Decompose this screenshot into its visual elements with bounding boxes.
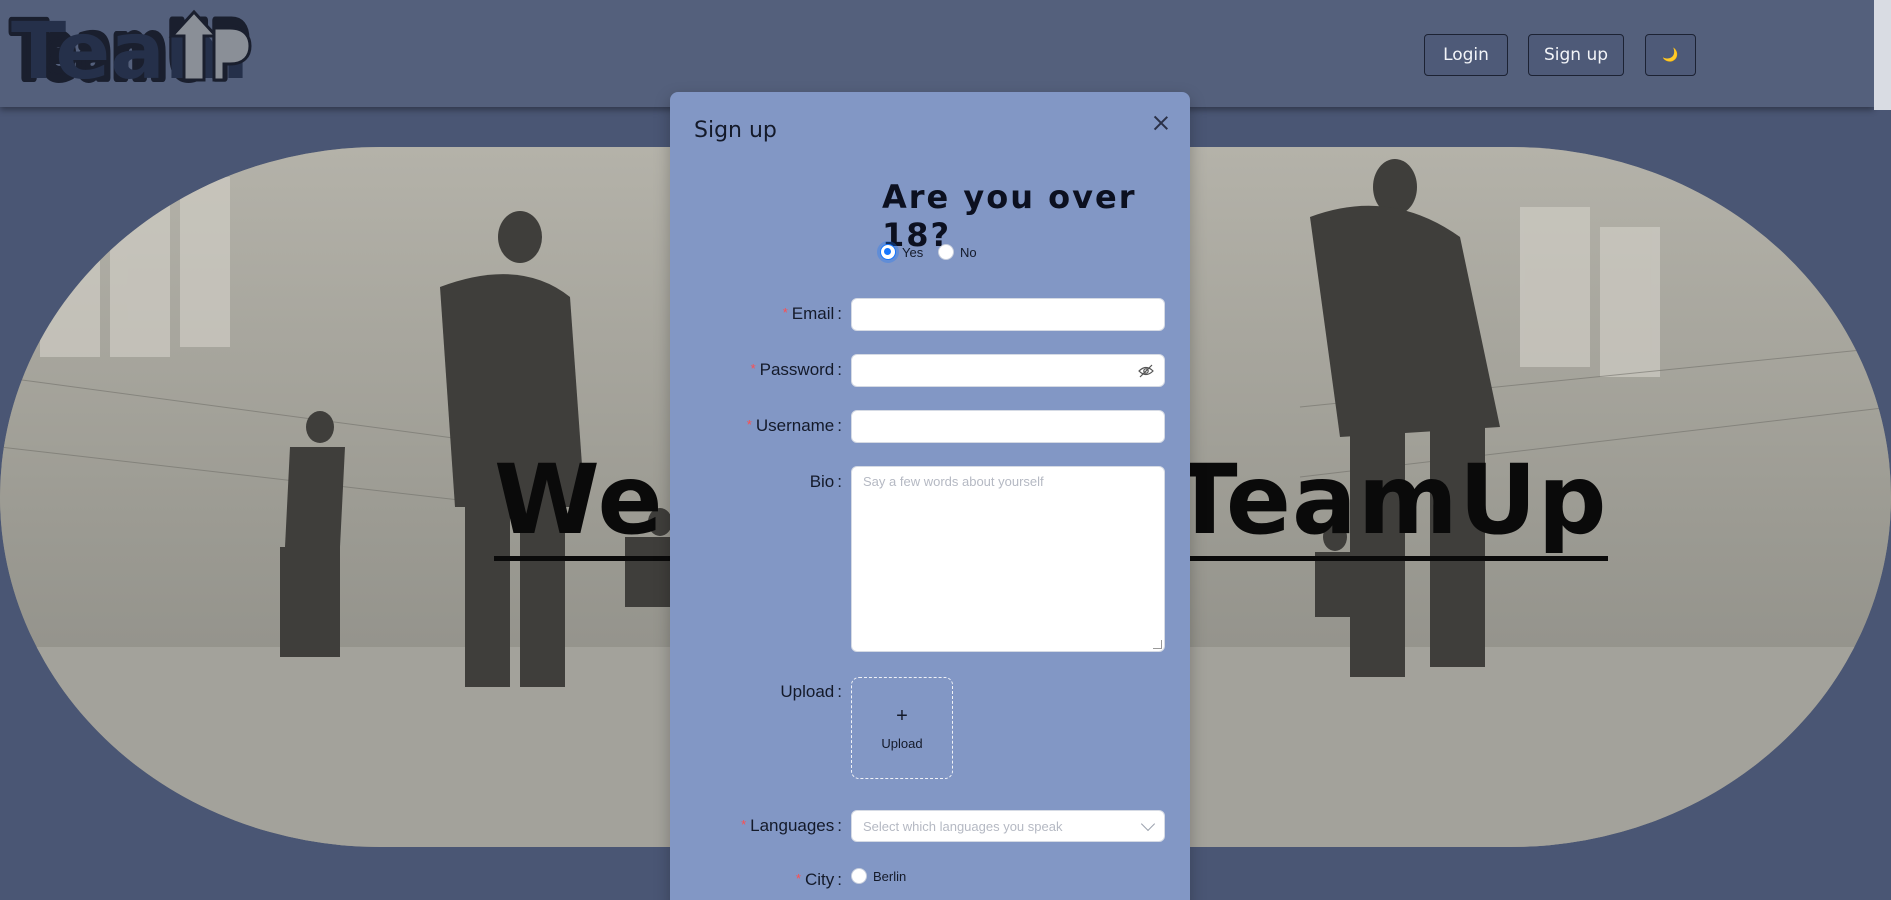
plus-icon: + xyxy=(896,704,908,727)
radio-label: Yes xyxy=(902,244,924,260)
theme-toggle-button[interactable]: 🌙 xyxy=(1645,34,1696,76)
signup-modal: Sign up Are you over 18? Yes No * Email: … xyxy=(670,92,1190,900)
page-scrollbar[interactable] xyxy=(1874,0,1891,110)
city-radio-berlin[interactable]: Berlin xyxy=(851,868,906,884)
age-radio-no[interactable]: No xyxy=(938,244,977,260)
radio-unchecked-icon xyxy=(938,244,954,260)
radio-label: No xyxy=(960,244,977,260)
languages-placeholder: Select which languages you speak xyxy=(863,818,1063,834)
moon-icon: 🌙 xyxy=(1662,47,1679,63)
email-label: * Email: xyxy=(782,304,842,323)
eye-invisible-icon[interactable] xyxy=(1138,364,1154,378)
resize-handle[interactable] xyxy=(1153,640,1162,649)
modal-title: Sign up xyxy=(694,118,777,143)
close-icon[interactable] xyxy=(1150,112,1172,134)
upload-button[interactable]: + Upload xyxy=(851,677,953,779)
radio-unchecked-icon xyxy=(851,868,867,884)
logo-graphic: TeamUP Team xyxy=(7,3,253,101)
email-field[interactable] xyxy=(851,298,1165,331)
password-field[interactable] xyxy=(851,354,1165,387)
radio-label: Berlin xyxy=(873,868,907,884)
username-field[interactable] xyxy=(851,410,1165,443)
languages-label: * Languages: xyxy=(741,816,842,835)
city-label: * City: xyxy=(795,870,842,889)
bio-label: Bio: xyxy=(809,472,842,491)
age-radio-yes[interactable]: Yes xyxy=(880,244,923,260)
radio-checked-icon xyxy=(880,244,896,260)
upload-label: Upload: xyxy=(780,682,842,701)
top-navbar: TeamUP Team Login Sign up 🌙 xyxy=(0,0,1874,107)
age-question: Are you over 18? xyxy=(882,178,1137,254)
signup-button[interactable]: Sign up xyxy=(1528,34,1624,76)
username-label: * Username: xyxy=(746,416,842,435)
languages-select[interactable]: Select which languages you speak xyxy=(851,810,1165,842)
bio-textarea[interactable]: Say a few words about yourself xyxy=(851,466,1165,652)
password-label: * Password: xyxy=(750,360,842,379)
chevron-down-icon xyxy=(1140,816,1156,831)
login-button[interactable]: Login xyxy=(1424,34,1508,76)
upload-button-label: Upload xyxy=(881,735,923,751)
bio-placeholder: Say a few words about yourself xyxy=(863,474,1044,489)
teamup-logo[interactable]: TeamUP Team xyxy=(7,3,254,101)
